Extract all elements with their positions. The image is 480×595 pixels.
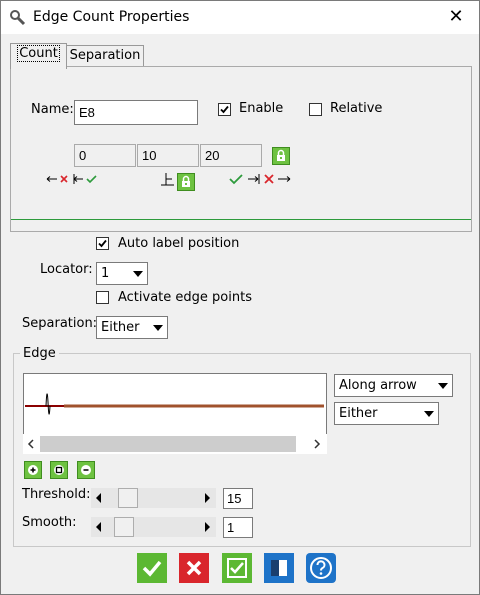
lock-icon — [182, 175, 190, 187]
max-tolerance-indicator-icon — [229, 174, 291, 185]
slider-left-icon[interactable] — [95, 522, 103, 532]
zoom-fit-button[interactable] — [50, 461, 68, 479]
slider-right-icon[interactable] — [203, 522, 211, 532]
edge-direction-select[interactable]: Along arrow — [334, 374, 453, 397]
locator-select[interactable]: 1 — [96, 262, 148, 285]
activate-edge-points-checkbox[interactable] — [96, 291, 109, 304]
max-value-field — [200, 144, 262, 167]
threshold-label: Threshold: — [22, 487, 91, 502]
panel-divider — [11, 219, 471, 220]
min-value-field — [74, 144, 136, 167]
tab-separation-label: Separation — [69, 48, 141, 63]
chevron-down-icon — [130, 264, 146, 283]
zoom-in-icon — [28, 465, 38, 475]
cancel-button[interactable] — [179, 553, 209, 583]
scroll-thumb[interactable] — [40, 436, 296, 452]
smooth-slider-thumb[interactable] — [114, 517, 134, 537]
auto-label-text: Auto label position — [118, 236, 240, 251]
zoom-fit-icon — [54, 465, 64, 475]
lock-nominal-button[interactable] — [177, 173, 195, 191]
tab-count[interactable]: Count — [10, 43, 67, 69]
close-button[interactable]: ✕ — [433, 1, 479, 34]
graph-horizontal-scrollbar[interactable] — [23, 434, 327, 454]
scroll-left-icon[interactable] — [27, 439, 35, 449]
separation-label: Separation: — [22, 316, 98, 331]
chevron-down-icon — [150, 318, 166, 337]
smooth-label: Smooth: — [22, 515, 77, 530]
chevron-down-icon — [435, 376, 451, 395]
edge-polarity-value: Either — [339, 406, 378, 421]
edge-direction-value: Along arrow — [339, 378, 417, 393]
separation-select[interactable]: Either — [96, 316, 168, 339]
auto-label-checkbox[interactable] — [96, 237, 109, 250]
locator-label: Locator: — [40, 262, 93, 277]
help-icon — [310, 557, 332, 579]
close-icon: ✕ — [448, 6, 464, 27]
separation-value: Either — [101, 320, 140, 335]
locator-value: 1 — [101, 266, 110, 281]
threshold-slider[interactable] — [91, 488, 216, 508]
zoom-out-icon — [81, 465, 91, 475]
apply-button[interactable] — [222, 553, 252, 583]
edge-group-label: Edge — [20, 346, 59, 361]
threshold-input[interactable] — [223, 488, 253, 509]
nominal-value-field — [137, 144, 199, 167]
zoom-in-button[interactable] — [24, 461, 42, 479]
name-label: Name: — [31, 102, 74, 117]
scroll-right-icon[interactable] — [313, 439, 321, 449]
title-bar: Edge Count Properties ✕ — [1, 1, 479, 34]
enable-checkbox[interactable] — [218, 103, 231, 116]
chevron-down-icon — [421, 404, 437, 423]
slider-right-icon[interactable] — [203, 493, 211, 503]
layout-button[interactable] — [264, 553, 294, 583]
relative-checkbox[interactable] — [309, 103, 322, 116]
smooth-input[interactable] — [223, 517, 253, 538]
zoom-out-button[interactable] — [77, 461, 95, 479]
min-tolerance-indicator-icon — [46, 174, 97, 184]
tab-separation[interactable]: Separation — [66, 45, 144, 68]
cancel-icon — [186, 560, 202, 576]
name-input[interactable] — [74, 100, 198, 125]
smooth-slider[interactable] — [91, 517, 216, 537]
activate-edge-points-text: Activate edge points — [118, 290, 252, 305]
enable-label: Enable — [239, 101, 284, 116]
edge-polarity-select[interactable]: Either — [334, 402, 439, 425]
checkmark-icon — [220, 105, 229, 114]
slider-left-icon[interactable] — [95, 493, 103, 503]
lock-max-button[interactable] — [272, 147, 290, 165]
tab-count-label: Count — [17, 45, 60, 62]
window-title: Edge Count Properties — [33, 9, 190, 25]
ok-icon — [142, 560, 162, 577]
wrench-icon — [10, 10, 26, 26]
ok-button[interactable] — [137, 553, 167, 583]
lock-icon — [277, 149, 285, 161]
relative-label: Relative — [330, 101, 383, 116]
layout-icon — [271, 560, 287, 576]
checkmark-icon — [98, 239, 107, 248]
nominal-marker-icon — [161, 173, 174, 186]
help-button[interactable] — [306, 553, 336, 583]
apply-icon — [227, 558, 247, 578]
threshold-slider-thumb[interactable] — [118, 488, 138, 508]
edge-profile-plot — [25, 393, 324, 415]
